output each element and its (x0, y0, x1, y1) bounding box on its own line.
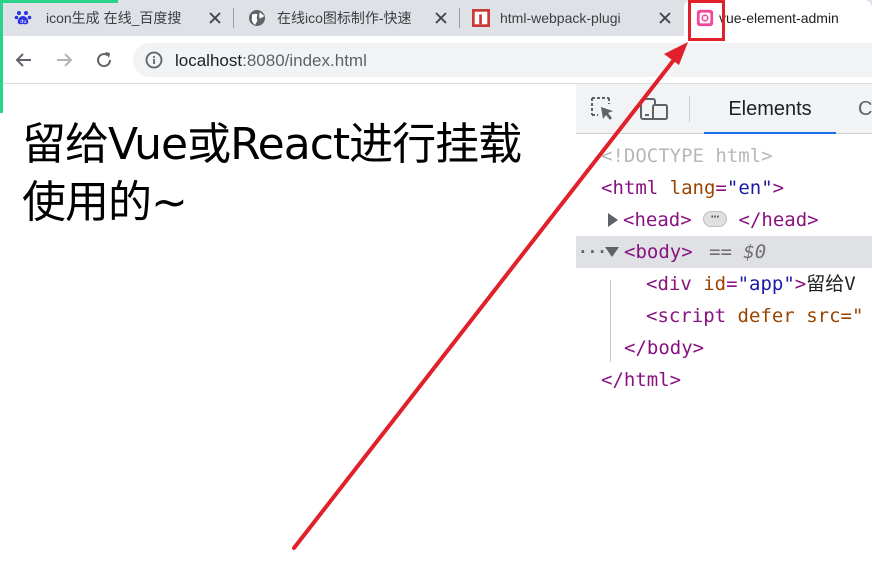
tab-baidu-search[interactable]: du icon生成 在线_百度搜 (14, 0, 232, 36)
site-info-icon[interactable] (145, 51, 163, 69)
row-actions-icon[interactable]: ··· (578, 236, 607, 268)
collapse-arrow-icon[interactable] (605, 246, 619, 258)
tab-console[interactable]: C (858, 84, 872, 134)
page-accent-bar (0, 0, 3, 113)
html-close-tag: </html> (601, 369, 682, 391)
close-tab-icon[interactable] (656, 9, 674, 27)
dom-html-open-line[interactable]: <html lang="en"> (576, 172, 872, 204)
arrow-right-icon (57, 53, 73, 67)
tab-strip: du icon生成 在线_百度搜 在线ico图标制作-快速 html-webpa… (0, 0, 872, 36)
dom-body-close-line[interactable]: </body> (576, 332, 872, 364)
dom-div-app-line[interactable]: <div id="app">留给V (576, 268, 872, 300)
device-mode-icon (640, 98, 668, 120)
forward-button[interactable] (52, 48, 76, 72)
tag-close-bracket: > (794, 273, 807, 295)
tab-separator (233, 8, 234, 28)
head-close-tag: </head> (738, 209, 819, 231)
body-open-tag: <body> (624, 241, 693, 263)
url-path: :8080/index.html (242, 51, 367, 70)
address-bar[interactable]: localhost:8080/index.html (133, 43, 872, 77)
annotation-highlight-box (688, 0, 725, 41)
svg-text:du: du (20, 19, 26, 25)
tab-title: vue-element-admin (719, 10, 839, 26)
back-button[interactable] (12, 48, 36, 72)
url-text: localhost:8080/index.html (175, 51, 367, 71)
dom-html-close-line[interactable]: </html> (576, 364, 872, 396)
devtools-toolbar: Elements C (576, 84, 872, 134)
script-tag: <script (646, 305, 727, 327)
head-open-tag: <head> (623, 209, 692, 231)
close-tab-icon[interactable] (206, 9, 224, 27)
inspect-element-button[interactable] (588, 94, 618, 124)
page-body-text: 留给Vue或React进行挂载使用的~ (22, 119, 522, 228)
inspect-cursor-icon (591, 97, 613, 120)
tab-title: html-webpack-plugi (500, 10, 621, 26)
expand-arrow-icon[interactable] (607, 213, 619, 227)
devtools-divider (689, 96, 690, 122)
tab-ico-maker[interactable]: 在线ico图标制作-快速 (248, 0, 458, 36)
tag-close-bracket: > (772, 177, 785, 199)
attr-value: "en" (726, 177, 773, 199)
attr-name: id (703, 273, 727, 295)
device-toolbar-button[interactable] (639, 94, 669, 124)
devtools-panel: Elements C <!DOCTYPE html> <html lang="e… (576, 84, 872, 577)
globe-icon (248, 9, 266, 27)
tab-title: 在线ico图标制作-快速 (277, 10, 412, 26)
attr-value: "app" (737, 273, 795, 295)
tab-elements[interactable]: Elements (704, 84, 836, 134)
selected-node-marker: == $0 (709, 241, 767, 263)
attr-name: lang (669, 177, 716, 199)
attr-name: defer (737, 305, 795, 327)
close-tab-icon[interactable] (432, 9, 450, 27)
tab-title: icon生成 在线_百度搜 (46, 10, 182, 26)
div-tag: <div (646, 273, 692, 295)
reload-button[interactable] (92, 48, 116, 72)
dom-script-line[interactable]: <script defer src=" (576, 300, 872, 332)
collapsed-ellipsis-icon[interactable]: ⋯ (703, 210, 728, 227)
attr-name: src=" (806, 305, 864, 327)
url-host: localhost (175, 51, 243, 70)
dom-doctype-line[interactable]: <!DOCTYPE html> (576, 140, 872, 172)
dom-head-line[interactable]: <head> ⋯ </head> (576, 204, 872, 236)
tab-separator (459, 8, 460, 28)
reload-icon (97, 52, 112, 68)
tree-indent-guide (610, 280, 611, 362)
browser-toolbar: localhost:8080/index.html (0, 36, 872, 84)
baidu-paw-icon: du (14, 9, 32, 27)
npm-icon (472, 9, 490, 27)
tab-html-webpack-plugin[interactable]: html-webpack-plugi (472, 0, 682, 36)
html-tag: <html (601, 177, 659, 199)
node-text-content: 留给V (806, 273, 856, 295)
dom-body-line-selected[interactable]: ··· <body> == $0 (576, 236, 872, 268)
doctype-text: <!DOCTYPE html> (601, 145, 773, 167)
arrow-left-icon (15, 53, 31, 67)
body-close-tag: </body> (624, 337, 705, 359)
